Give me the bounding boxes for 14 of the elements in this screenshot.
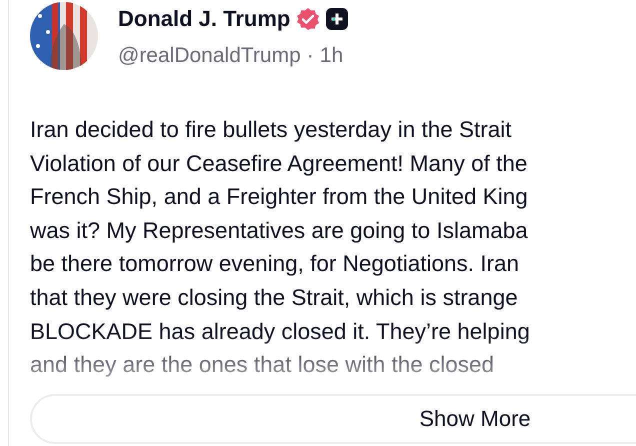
plus-icon [326, 8, 348, 30]
separator-dot: · [306, 44, 314, 68]
author-name[interactable]: Donald J. Trump [118, 6, 290, 32]
post-text-line: be there tomorrow evening, for Negotiations. Iran [30, 250, 520, 278]
show-more-button[interactable]: Show More [30, 394, 636, 444]
post-text-line: was it? My Representatives are going to Islamaba [30, 216, 528, 245]
post-text-line: and they are the ones that lose with the closed [30, 351, 494, 380]
post-text-line: Iran decided to fire bullets yesterday in the Strait [30, 116, 512, 144]
post-text-line: French Ship, and a Freighter from the United King [30, 183, 528, 212]
post-text-line: that they were closing the Strait, which is strange [30, 284, 518, 312]
post-text-line: Violation of our Ceasefire Agreement! Many of the [30, 150, 528, 178]
post-text-line: BLOCKADE has already closed it. They’re helping [30, 318, 530, 346]
user-handle[interactable]: @realDonaldTrump [118, 44, 301, 68]
post-time[interactable]: 1h [320, 44, 344, 68]
